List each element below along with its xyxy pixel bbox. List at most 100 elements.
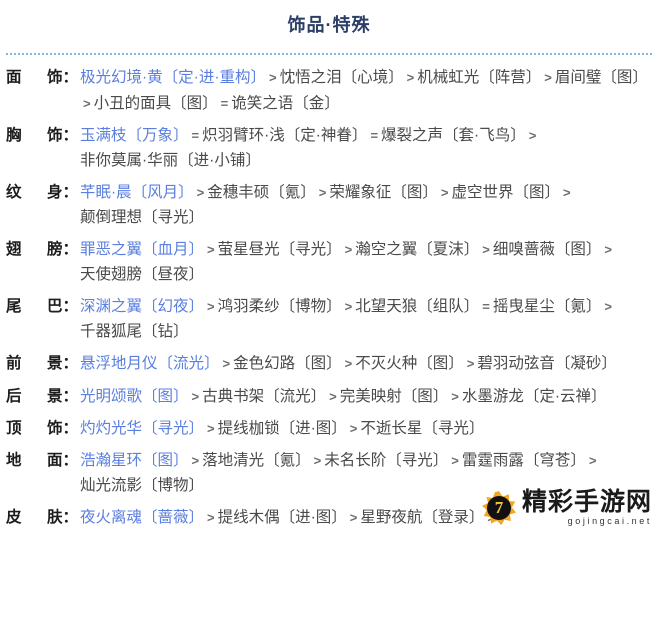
item-separator: >	[83, 95, 91, 111]
slot-items: 悬浮地月仪〔流光〕 > 金色幻路〔图〕 > 不灭火种〔图〕 > 碧羽动弦音〔凝砂〕	[80, 351, 654, 376]
slot-label: 后 景：	[6, 384, 80, 409]
item-primary[interactable]: 光明颂歌〔图〕	[80, 388, 189, 405]
item-alternative[interactable]: 天使翅膀〔昼夜〕	[80, 266, 204, 283]
item-list-page: 饰品·特殊 面饰： 极光幻境·黄〔定·进·重构〕 > 忱悟之泪〔心境〕 > 机械虹光〔阵营…	[0, 0, 658, 530]
slot-label-tail: 景：	[47, 351, 78, 376]
item-separator: >	[563, 184, 571, 200]
item-separator: >	[207, 299, 215, 315]
item-alternative[interactable]: 非你莫属·华丽〔进·小铺〕	[80, 152, 261, 169]
slot-items: 玉满枝〔万象〕 = 炽羽臂环·浅〔定·神眷〕 = 爆裂之声〔套·飞鸟〕 >非你莫属·华丽〔…	[80, 123, 654, 173]
slot-label-tail: 饰：	[47, 65, 78, 90]
item-separator: >	[588, 452, 597, 468]
item-alternative[interactable]: 完美映射〔图〕	[340, 388, 449, 405]
item-primary[interactable]: 夜火离魂〔蔷薇〕	[80, 509, 204, 526]
item-separator: =	[370, 127, 379, 143]
item-alternative[interactable]: 瀚空之翼〔夏沫〕	[355, 241, 479, 258]
slot-label: 顶 饰：	[6, 416, 80, 441]
item-primary[interactable]: 浩瀚星环〔图〕	[80, 452, 189, 469]
item-alternative[interactable]: 荣耀象征〔图〕	[329, 184, 438, 201]
item-alternative[interactable]: 金穗丰硕〔氪〕	[207, 184, 316, 201]
item-alternative[interactable]: 颠倒理想〔寻光〕	[80, 209, 204, 226]
item-alternative[interactable]: 千器狐尾〔钻〕	[80, 323, 189, 340]
item-alternative[interactable]: 细嗅蔷薇〔图〕	[493, 241, 602, 258]
slot-label-char-2: 巴	[46, 298, 63, 316]
item-separator: >	[349, 420, 358, 436]
item-separator: >	[329, 388, 337, 404]
item-separator: =	[482, 299, 490, 315]
slot-label-colon: ：	[62, 183, 78, 201]
item-alternative[interactable]: 小丑的面具〔图〕	[94, 95, 218, 112]
item-primary[interactable]: 玉满枝〔万象〕	[80, 127, 189, 144]
item-primary[interactable]: 芊眠·晨〔风月〕	[80, 184, 194, 201]
item-alternative[interactable]: 落地清光〔氪〕	[202, 452, 311, 469]
item-alternative[interactable]: 机械虹光〔阵营〕	[417, 69, 541, 86]
item-alternative[interactable]: 未名长阶〔寻光〕	[324, 452, 448, 469]
item-alternative[interactable]: 鸿羽柔纱〔博物〕	[218, 298, 342, 315]
slot-label-colon: ：	[62, 419, 78, 437]
item-primary[interactable]: 悬浮地月仪〔流光〕	[80, 355, 220, 372]
slot-label-colon: ：	[62, 355, 78, 373]
item-separator: >	[191, 452, 200, 468]
slot-label-tail: 膀：	[47, 237, 78, 262]
item-separator: >	[196, 184, 205, 200]
item-alternative[interactable]: 虚空世界〔图〕	[451, 184, 560, 201]
slot-label-char-2: 肤	[46, 509, 63, 527]
item-separator: >	[604, 299, 612, 315]
item-alternative[interactable]: 摇曳星尘〔氪〕	[493, 298, 602, 315]
slot-label: 尾 巴：	[6, 294, 80, 319]
item-separator: >	[544, 70, 552, 86]
item-alternative[interactable]: 碧羽动弦音〔凝砂〕	[477, 355, 617, 372]
item-primary[interactable]: 罪恶之翼〔血月〕	[80, 241, 204, 258]
slot-items: 深渊之翼〔幻夜〕 > 鸿羽柔纱〔博物〕 > 北望天狼〔组队〕 = 摇曳星尘〔氪〕 >千器狐尾〔…	[80, 294, 654, 344]
slot-label-char-2: 饰	[46, 126, 63, 144]
item-separator: >	[466, 356, 475, 372]
slot-label-char-2: 饰	[46, 69, 63, 87]
item-separator: >	[269, 70, 277, 86]
item-alternative[interactable]: 雷霆雨露〔穹苍〕	[462, 452, 586, 469]
slot-label: 地 面：	[6, 448, 80, 473]
slot-label: 纹 身：	[6, 180, 80, 205]
slot-label-tail: 身：	[47, 180, 78, 205]
slot-label-char-2: 景	[46, 355, 63, 373]
item-separator: >	[406, 70, 415, 86]
item-separator: >	[207, 510, 215, 526]
item-alternative[interactable]: 灿光流影〔博物〕	[80, 477, 204, 494]
item-alternative[interactable]: 爆裂之声〔套·飞鸟〕	[381, 127, 526, 144]
item-alternative[interactable]: 水墨游龙〔定·云禅〕	[462, 388, 607, 405]
item-separator: >	[528, 127, 537, 143]
item-separator: >	[344, 356, 353, 372]
item-alternative[interactable]: 提线枷锁〔进·图〕	[218, 420, 347, 437]
slot-label-tail: 肤：	[47, 505, 78, 530]
slot-label-char-2: 膀	[46, 241, 63, 259]
item-alternative[interactable]: 眉间璧〔图〕	[555, 69, 648, 86]
slot-items: 极光幻境·黄〔定·进·重构〕 > 忱悟之泪〔心境〕 > 机械虹光〔阵营〕 > 眉间璧〔图〕>…	[80, 65, 654, 115]
item-primary[interactable]: 极光幻境·黄〔定·进·重构〕	[80, 69, 266, 86]
slot-label-colon: ：	[62, 451, 78, 469]
slot-label: 面 饰：	[6, 65, 80, 90]
item-alternative[interactable]: 不逝长星〔寻光〕	[360, 420, 484, 437]
item-alternative[interactable]: 古典书架〔流光〕	[202, 388, 326, 405]
item-alternative[interactable]: 北望天狼〔组队〕	[355, 298, 479, 315]
slot-label-char-2: 身	[46, 183, 63, 201]
slot-items: 芊眠·晨〔风月〕 > 金穗丰硕〔氪〕 > 荣耀象征〔图〕 > 虚空世界〔图〕 >颠倒理想〔寻光…	[80, 180, 654, 230]
slot-items: 浩瀚星环〔图〕 > 落地清光〔氪〕 > 未名长阶〔寻光〕 > 雷霆雨露〔穹苍〕 >灿光流影〔博…	[80, 448, 654, 498]
slot-items: 夜火离魂〔蔷薇〕 > 提线木偶〔进·图〕 > 星野夜航〔登录〕 >	[80, 505, 654, 530]
slot-label-colon: ：	[62, 387, 78, 405]
item-alternative[interactable]: 炽羽臂环·浅〔定·神眷〕	[202, 127, 367, 144]
item-separator: >	[440, 184, 449, 200]
item-alternative[interactable]: 提线木偶〔进·图〕	[218, 509, 347, 526]
slot-label-tail: 饰：	[47, 123, 78, 148]
item-alternative[interactable]: 萤星昼光〔寻光〕	[218, 241, 342, 258]
item-alternative[interactable]: 忱悟之泪〔心境〕	[280, 69, 404, 86]
slot-label-char-1: 地	[6, 451, 22, 469]
item-alternative[interactable]: 不灭火种〔图〕	[355, 355, 464, 372]
item-primary[interactable]: 灼灼光华〔寻光〕	[80, 420, 204, 437]
item-separator: >	[344, 242, 353, 258]
slot-label-tail: 景：	[47, 384, 78, 409]
item-alternative[interactable]: 金色幻路〔图〕	[233, 355, 342, 372]
item-alternative[interactable]: 诡笑之语〔金〕	[231, 95, 340, 112]
slot-items: 罪恶之翼〔血月〕 > 萤星昼光〔寻光〕 > 瀚空之翼〔夏沫〕 > 细嗅蔷薇〔图〕 >天使翅膀〔…	[80, 237, 654, 287]
item-alternative[interactable]: 星野夜航〔登录〕	[360, 509, 484, 526]
slot-label-char-2: 饰	[46, 419, 63, 437]
item-primary[interactable]: 深渊之翼〔幻夜〕	[80, 298, 204, 315]
